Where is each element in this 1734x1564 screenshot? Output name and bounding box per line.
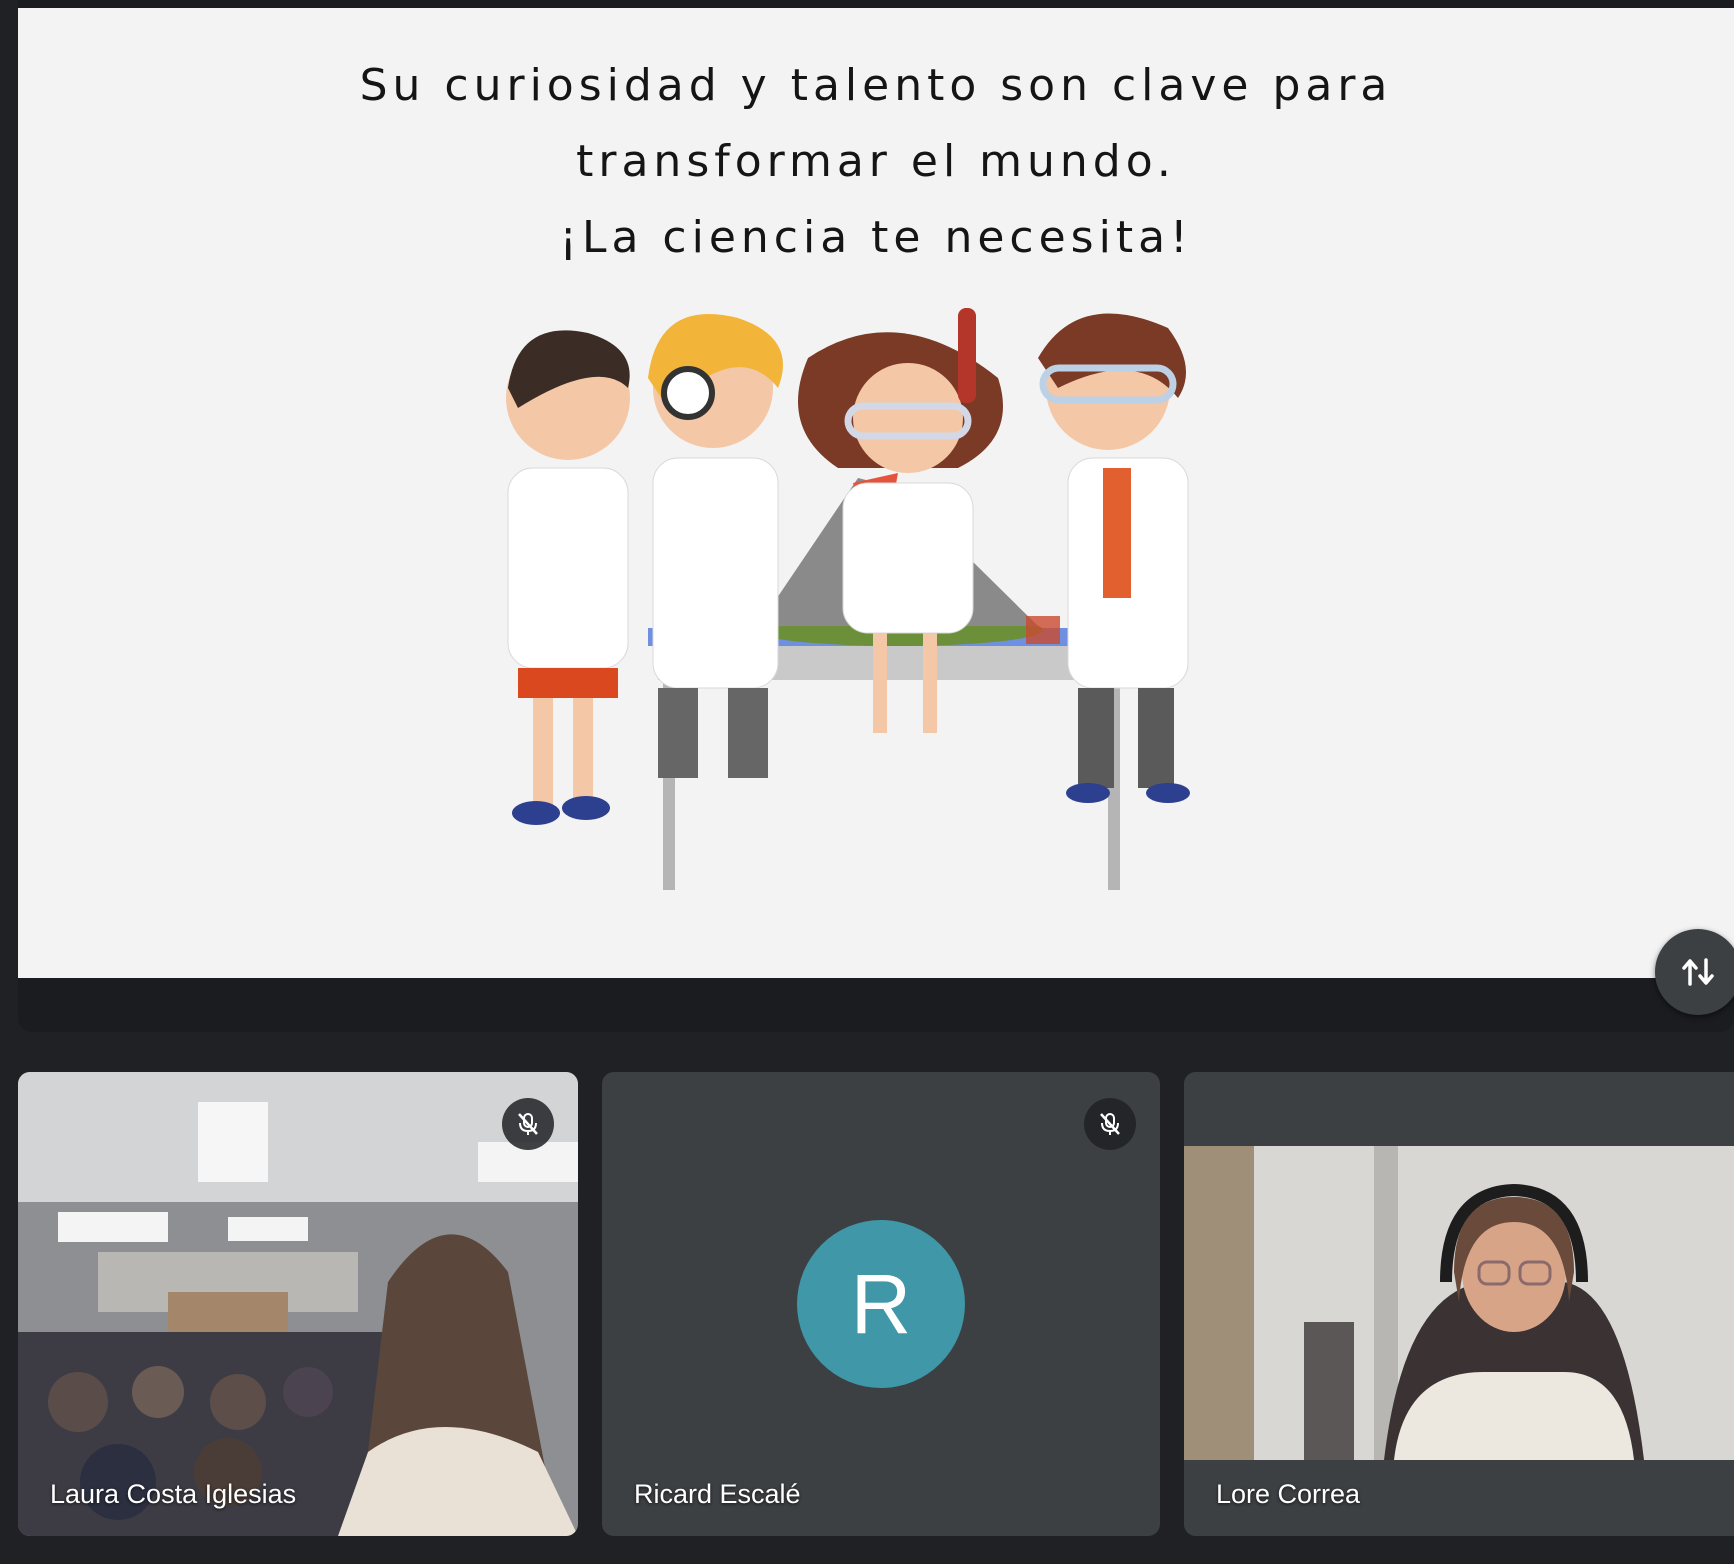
- slide-text: Su curiosidad y talento son clave para t…: [18, 48, 1734, 276]
- participant-name: Ricard Escalé: [634, 1479, 801, 1509]
- participant-name: Lore Correa: [1216, 1479, 1361, 1509]
- scientists-volcano-illustration: [506, 308, 1190, 890]
- swap-layout-button[interactable]: [1655, 929, 1734, 1015]
- mic-off-icon: [518, 1113, 538, 1135]
- slide-line-1: Su curiosidad y talento son clave para: [359, 60, 1393, 111]
- participant-tile[interactable]: Lore Correa: [1184, 1072, 1734, 1536]
- presentation-stage: Su curiosidad y talento son clave para t…: [18, 0, 1734, 1032]
- slide-line-2: transformar el mundo.: [576, 136, 1176, 187]
- participant-name: Laura Costa Iglesias: [50, 1479, 297, 1509]
- swap-vert-icon: [1682, 958, 1714, 986]
- classroom-video: [18, 1072, 578, 1536]
- avatar: R: [797, 1220, 965, 1388]
- webcam-video: [1184, 1072, 1734, 1536]
- mic-off-icon: [1100, 1113, 1120, 1135]
- mic-muted-indicator: [502, 1098, 554, 1150]
- participant-tile[interactable]: R Ricard Escalé: [602, 1072, 1160, 1536]
- shared-slide: Su curiosidad y talento son clave para t…: [18, 8, 1734, 978]
- mic-muted-indicator: [1084, 1098, 1136, 1150]
- participant-tile[interactable]: Laura Costa Iglesias: [18, 1072, 578, 1536]
- slide-line-3: ¡La ciencia te necesita!: [559, 212, 1193, 263]
